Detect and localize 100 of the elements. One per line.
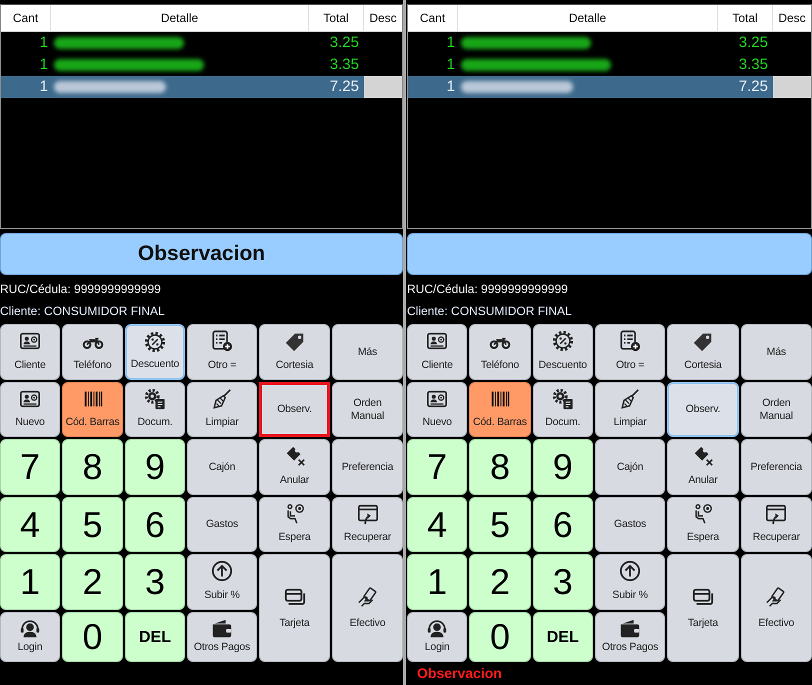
function-button[interactable]: Más bbox=[740, 324, 812, 380]
column-header: Detalle bbox=[51, 5, 309, 31]
function-button[interactable]: Anular bbox=[667, 439, 739, 495]
function-button[interactable]: Subir % bbox=[187, 554, 257, 610]
function-button[interactable]: Login bbox=[407, 612, 468, 662]
function-button[interactable]: Otro = bbox=[594, 324, 666, 380]
function-button[interactable]: Cortesia bbox=[667, 324, 739, 380]
function-button[interactable]: Observ. bbox=[667, 382, 739, 437]
function-button[interactable]: Anular bbox=[259, 439, 330, 495]
numpad-key[interactable]: DEL bbox=[125, 612, 185, 662]
column-header: Desc bbox=[368, 10, 398, 27]
function-button[interactable]: Subir % bbox=[594, 554, 666, 610]
headset-user-icon bbox=[426, 618, 448, 640]
percent-badge-icon bbox=[144, 331, 166, 353]
numpad-key[interactable]: 3 bbox=[532, 554, 593, 610]
function-button[interactable]: Tarjeta bbox=[259, 554, 330, 662]
banner-title: Observacion bbox=[138, 242, 266, 266]
wallet-icon bbox=[619, 618, 642, 640]
numpad-key[interactable]: 8 bbox=[469, 439, 531, 495]
table-row[interactable]: 1 3.25 bbox=[408, 32, 811, 54]
function-button[interactable]: Tarjeta bbox=[667, 554, 739, 662]
broom-icon bbox=[619, 388, 642, 410]
function-button[interactable]: Cód. Barras bbox=[469, 382, 531, 437]
function-button[interactable]: Orden Manual bbox=[332, 382, 403, 437]
table-cell-text: 1 bbox=[446, 33, 456, 53]
function-button[interactable]: Nuevo bbox=[407, 382, 468, 437]
numpad-key[interactable]: 1 bbox=[0, 554, 60, 610]
function-button[interactable]: Teléfono bbox=[469, 324, 531, 380]
column-header: Desc bbox=[777, 10, 807, 27]
function-button[interactable]: Descuento bbox=[125, 324, 185, 380]
function-button[interactable]: Cód. Barras bbox=[62, 382, 123, 437]
function-button[interactable]: Docum. bbox=[125, 382, 185, 437]
function-button[interactable]: Efectivo bbox=[332, 554, 403, 662]
function-button[interactable]: Otro = bbox=[187, 324, 257, 380]
table-cell bbox=[364, 76, 402, 98]
numpad-key[interactable]: 2 bbox=[469, 554, 531, 610]
numpad-key[interactable]: 9 bbox=[532, 439, 593, 495]
numpad-key[interactable]: 9 bbox=[125, 439, 185, 495]
function-button[interactable]: Preferencia bbox=[740, 439, 812, 495]
function-button[interactable]: Cliente bbox=[407, 324, 468, 380]
numpad-key[interactable]: 0 bbox=[469, 612, 531, 662]
customer-id-text: RUC/Cédula: 9999999999999 bbox=[407, 281, 569, 298]
numpad-key[interactable]: 4 bbox=[407, 497, 468, 552]
function-button[interactable]: Limpiar bbox=[187, 382, 257, 437]
function-button[interactable]: Otros Pagos bbox=[594, 612, 666, 662]
arrow-up-circle-icon bbox=[211, 560, 233, 582]
function-button[interactable]: Recuperar bbox=[332, 497, 403, 552]
function-button[interactable]: Docum. bbox=[532, 382, 593, 437]
function-button[interactable]: Limpiar bbox=[594, 382, 666, 437]
hand-cash-icon bbox=[356, 586, 378, 608]
function-button[interactable]: Espera bbox=[259, 497, 330, 552]
function-button[interactable]: Más bbox=[332, 324, 403, 380]
numpad-key[interactable]: 5 bbox=[62, 497, 123, 552]
function-button[interactable]: Nuevo bbox=[0, 382, 60, 437]
function-button[interactable]: Espera bbox=[667, 497, 739, 552]
numpad-key[interactable]: 2 bbox=[62, 554, 123, 610]
numpad-key[interactable]: 0 bbox=[62, 612, 123, 662]
numpad-key[interactable]: 5 bbox=[469, 497, 531, 552]
table-row[interactable]: 1 3.35 bbox=[408, 54, 811, 76]
table-cell-text: 3.25 bbox=[328, 33, 360, 53]
wallet-icon bbox=[211, 618, 233, 640]
function-button[interactable]: Cajón bbox=[594, 439, 666, 495]
id-card-icon bbox=[426, 330, 448, 352]
function-button[interactable]: Observ. bbox=[259, 382, 330, 437]
function-button[interactable]: Teléfono bbox=[62, 324, 123, 380]
function-button[interactable]: Orden Manual bbox=[740, 382, 812, 437]
function-button[interactable]: Efectivo bbox=[740, 554, 812, 662]
numpad-key[interactable]: 4 bbox=[0, 497, 60, 552]
function-button[interactable]: Cliente bbox=[0, 324, 60, 380]
table-row[interactable]: 1 3.25 bbox=[1, 32, 402, 54]
table-row[interactable]: 1 7.25 bbox=[408, 76, 811, 98]
numpad-key[interactable]: 6 bbox=[532, 497, 593, 552]
function-button[interactable]: Otros Pagos bbox=[187, 612, 257, 662]
list-plus-icon bbox=[619, 330, 642, 352]
function-button[interactable]: Gastos bbox=[187, 497, 257, 552]
function-button[interactable]: Preferencia bbox=[332, 439, 403, 495]
id-card-icon bbox=[19, 330, 41, 352]
function-button[interactable]: Cajón bbox=[187, 439, 257, 495]
column-header: Total bbox=[718, 5, 773, 31]
numpad-key[interactable]: 1 bbox=[407, 554, 468, 610]
numpad-key[interactable]: 6 bbox=[125, 497, 185, 552]
numpad-key[interactable]: 8 bbox=[62, 439, 123, 495]
ticket-cross-icon bbox=[692, 445, 714, 467]
column-header: Cant bbox=[408, 5, 458, 31]
status-text: Observacion bbox=[416, 664, 503, 683]
table-cell-text: 1 bbox=[38, 55, 49, 75]
window-arrow-icon bbox=[356, 503, 378, 525]
function-button[interactable]: Descuento bbox=[532, 324, 593, 380]
function-button[interactable]: Cortesia bbox=[259, 324, 330, 380]
table-row[interactable]: 1 7.25 bbox=[1, 76, 402, 98]
numpad-key[interactable]: DEL bbox=[532, 612, 593, 662]
function-button[interactable]: Login bbox=[0, 612, 60, 662]
function-button[interactable]: Gastos bbox=[594, 497, 666, 552]
numpad-key[interactable]: 7 bbox=[407, 439, 468, 495]
numpad-key[interactable]: 7 bbox=[0, 439, 60, 495]
numpad-key[interactable]: 3 bbox=[125, 554, 185, 610]
function-button[interactable]: Recuperar bbox=[740, 497, 812, 552]
table-cell-text: 3.25 bbox=[738, 33, 769, 53]
arrow-up-circle-icon bbox=[619, 560, 642, 582]
table-row[interactable]: 1 3.35 bbox=[1, 54, 402, 76]
